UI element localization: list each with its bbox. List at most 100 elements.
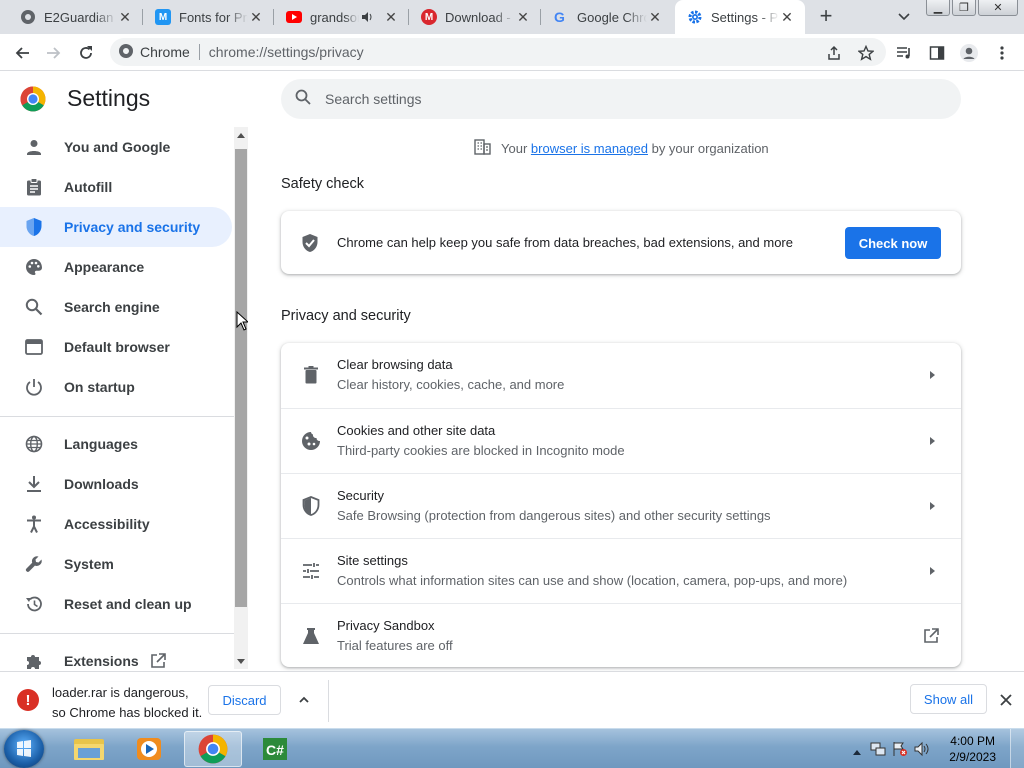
site-label: Chrome bbox=[140, 44, 190, 60]
sidebar-item-you-and-google[interactable]: You and Google bbox=[0, 127, 232, 167]
shield-icon bbox=[24, 217, 44, 237]
csharp-icon[interactable]: C# bbox=[246, 731, 304, 767]
sidebar-item-reset-and-clean-up[interactable]: Reset and clean up bbox=[0, 584, 232, 624]
sidebar-item-appearance[interactable]: Appearance bbox=[0, 247, 232, 287]
explorer-icon[interactable] bbox=[60, 731, 118, 767]
forward-icon[interactable] bbox=[40, 39, 68, 67]
puzzle-icon bbox=[24, 651, 44, 669]
sidebar-item-accessibility[interactable]: Accessibility bbox=[0, 504, 232, 544]
close-download-bar-icon[interactable] bbox=[998, 692, 1014, 708]
tab-google-chrome[interactable]: G Google Chrome ✕ bbox=[541, 0, 673, 34]
close-tab-icon[interactable]: ✕ bbox=[515, 9, 531, 25]
warning-line-2: so Chrome has blocked it. bbox=[52, 705, 203, 720]
media-controls-icon[interactable] bbox=[891, 39, 919, 67]
tab-search-icon[interactable] bbox=[892, 6, 916, 28]
media-player-icon[interactable] bbox=[120, 731, 178, 767]
reload-icon[interactable] bbox=[72, 39, 100, 67]
volume-icon[interactable] bbox=[914, 741, 930, 762]
side-panel-icon[interactable] bbox=[923, 39, 951, 67]
site-settings-row[interactable]: Site settings Controls what information … bbox=[281, 538, 961, 603]
tab-mega[interactable]: M Download - ✕ bbox=[409, 0, 541, 34]
share-icon[interactable] bbox=[820, 39, 848, 67]
close-tab-icon[interactable]: ✕ bbox=[248, 9, 264, 25]
security-row[interactable]: Security Safe Browsing (protection from … bbox=[281, 473, 961, 538]
tab-fonts[interactable]: M Fonts for Print ✕ bbox=[143, 0, 274, 34]
taskbar-clock[interactable]: 4:00 PM 2/9/2023 bbox=[949, 733, 996, 765]
address-bar[interactable]: Chrome chrome://settings/privacy bbox=[110, 38, 886, 66]
browser-window-icon bbox=[24, 337, 44, 357]
close-tab-icon[interactable]: ✕ bbox=[647, 9, 663, 25]
sidebar-item-default-browser[interactable]: Default browser bbox=[0, 327, 232, 367]
settings-gear-icon bbox=[687, 9, 703, 25]
system-tray: 4:00 PM 2/9/2023 bbox=[834, 729, 1024, 768]
close-tab-icon[interactable]: ✕ bbox=[383, 9, 399, 25]
chrome-logo-icon bbox=[20, 86, 46, 112]
sidebar-item-downloads[interactable]: Downloads bbox=[0, 464, 232, 504]
chevron-right-icon bbox=[930, 567, 935, 575]
scroll-thumb[interactable] bbox=[235, 149, 247, 607]
chrome-icon[interactable] bbox=[184, 731, 242, 767]
chevron-right-icon bbox=[930, 437, 935, 445]
tab-strip: E2Guardian - ✕ M Fonts for Print ✕ grand… bbox=[0, 0, 1024, 34]
profile-avatar-icon[interactable] bbox=[955, 39, 983, 67]
windows-taskbar: C# 4:00 PM 2/9/2023 bbox=[0, 728, 1024, 768]
tab-e2guardian[interactable]: E2Guardian - ✕ bbox=[8, 0, 143, 34]
sidebar-item-languages[interactable]: Languages bbox=[0, 424, 232, 464]
cookies-row[interactable]: Cookies and other site data Third-party … bbox=[281, 408, 961, 473]
close-tab-icon[interactable]: ✕ bbox=[117, 9, 133, 25]
sidebar-item-autofill[interactable]: Autofill bbox=[0, 167, 232, 207]
palette-icon bbox=[24, 257, 44, 277]
sidebar-item-label: On startup bbox=[64, 379, 135, 395]
close-tab-icon[interactable]: ✕ bbox=[779, 9, 795, 25]
browser-managed-link[interactable]: browser is managed bbox=[531, 141, 648, 156]
scroll-down-arrow[interactable] bbox=[237, 659, 245, 664]
wrench-icon bbox=[24, 554, 44, 574]
bookmark-star-icon[interactable] bbox=[852, 39, 880, 67]
discard-button[interactable]: Discard bbox=[208, 685, 281, 715]
download-bar: ! loader.rar is dangerous, so Chrome has… bbox=[0, 671, 1024, 728]
trash-icon bbox=[301, 365, 321, 385]
sidebar-item-on-startup[interactable]: On startup bbox=[0, 367, 232, 407]
google-icon: G bbox=[553, 9, 569, 25]
tab-youtube[interactable]: grandson ✕ bbox=[274, 0, 409, 34]
show-desktop-button[interactable] bbox=[1010, 729, 1024, 768]
close-window-icon[interactable]: ✕ bbox=[978, 0, 1018, 16]
check-now-button[interactable]: Check now bbox=[845, 227, 941, 259]
sidebar-item-system[interactable]: System bbox=[0, 544, 232, 584]
sidebar-item-label: Reset and clean up bbox=[64, 596, 192, 612]
url-text: chrome://settings/privacy bbox=[208, 44, 364, 60]
show-all-button[interactable]: Show all bbox=[910, 684, 987, 714]
search-input[interactable] bbox=[325, 91, 905, 107]
sidebar-item-label: Privacy and security bbox=[64, 219, 201, 235]
sidebar-item-label: Languages bbox=[64, 436, 138, 452]
sidebar-item-privacy-and-security[interactable]: Privacy and security bbox=[0, 207, 232, 247]
sidebar-item-extensions[interactable]: Extensions bbox=[0, 641, 232, 669]
mega-icon: M bbox=[421, 9, 437, 25]
chevron-right-icon bbox=[930, 371, 935, 379]
more-menu-icon[interactable] bbox=[988, 39, 1016, 67]
row-title: Privacy Sandbox bbox=[337, 618, 435, 633]
settings-search-bar[interactable] bbox=[281, 79, 961, 119]
network-icon[interactable] bbox=[870, 741, 886, 762]
privacy-sandbox-row[interactable]: Privacy Sandbox Trial features are off bbox=[281, 603, 961, 668]
managed-notice: Your browser is managed by your organiza… bbox=[474, 139, 769, 158]
safety-check-heading: Safety check bbox=[281, 176, 365, 192]
sliders-icon bbox=[301, 561, 321, 581]
scroll-up-arrow[interactable] bbox=[237, 133, 245, 138]
minimize-icon[interactable]: ▁ bbox=[926, 0, 950, 16]
action-center-flag-icon[interactable] bbox=[892, 741, 908, 762]
clear-browsing-data-row[interactable]: Clear browsing data Clear history, cooki… bbox=[281, 343, 961, 408]
chevron-up-icon[interactable] bbox=[296, 692, 312, 708]
sidebar-divider bbox=[0, 416, 234, 417]
sidebar-scrollbar[interactable] bbox=[234, 127, 248, 669]
sidebar-item-label: Downloads bbox=[64, 476, 139, 492]
external-link-icon bbox=[150, 653, 166, 669]
speaker-icon[interactable] bbox=[359, 9, 375, 25]
show-hidden-icons-icon[interactable] bbox=[852, 743, 862, 761]
new-tab-button[interactable]: + bbox=[812, 5, 840, 29]
restore-window-icon[interactable]: ❐ bbox=[952, 0, 976, 16]
sidebar-item-search-engine[interactable]: Search engine bbox=[0, 287, 232, 327]
start-button[interactable] bbox=[4, 730, 44, 768]
back-icon[interactable] bbox=[8, 39, 36, 67]
tab-settings[interactable]: Settings - Privacy ✕ bbox=[675, 0, 805, 34]
